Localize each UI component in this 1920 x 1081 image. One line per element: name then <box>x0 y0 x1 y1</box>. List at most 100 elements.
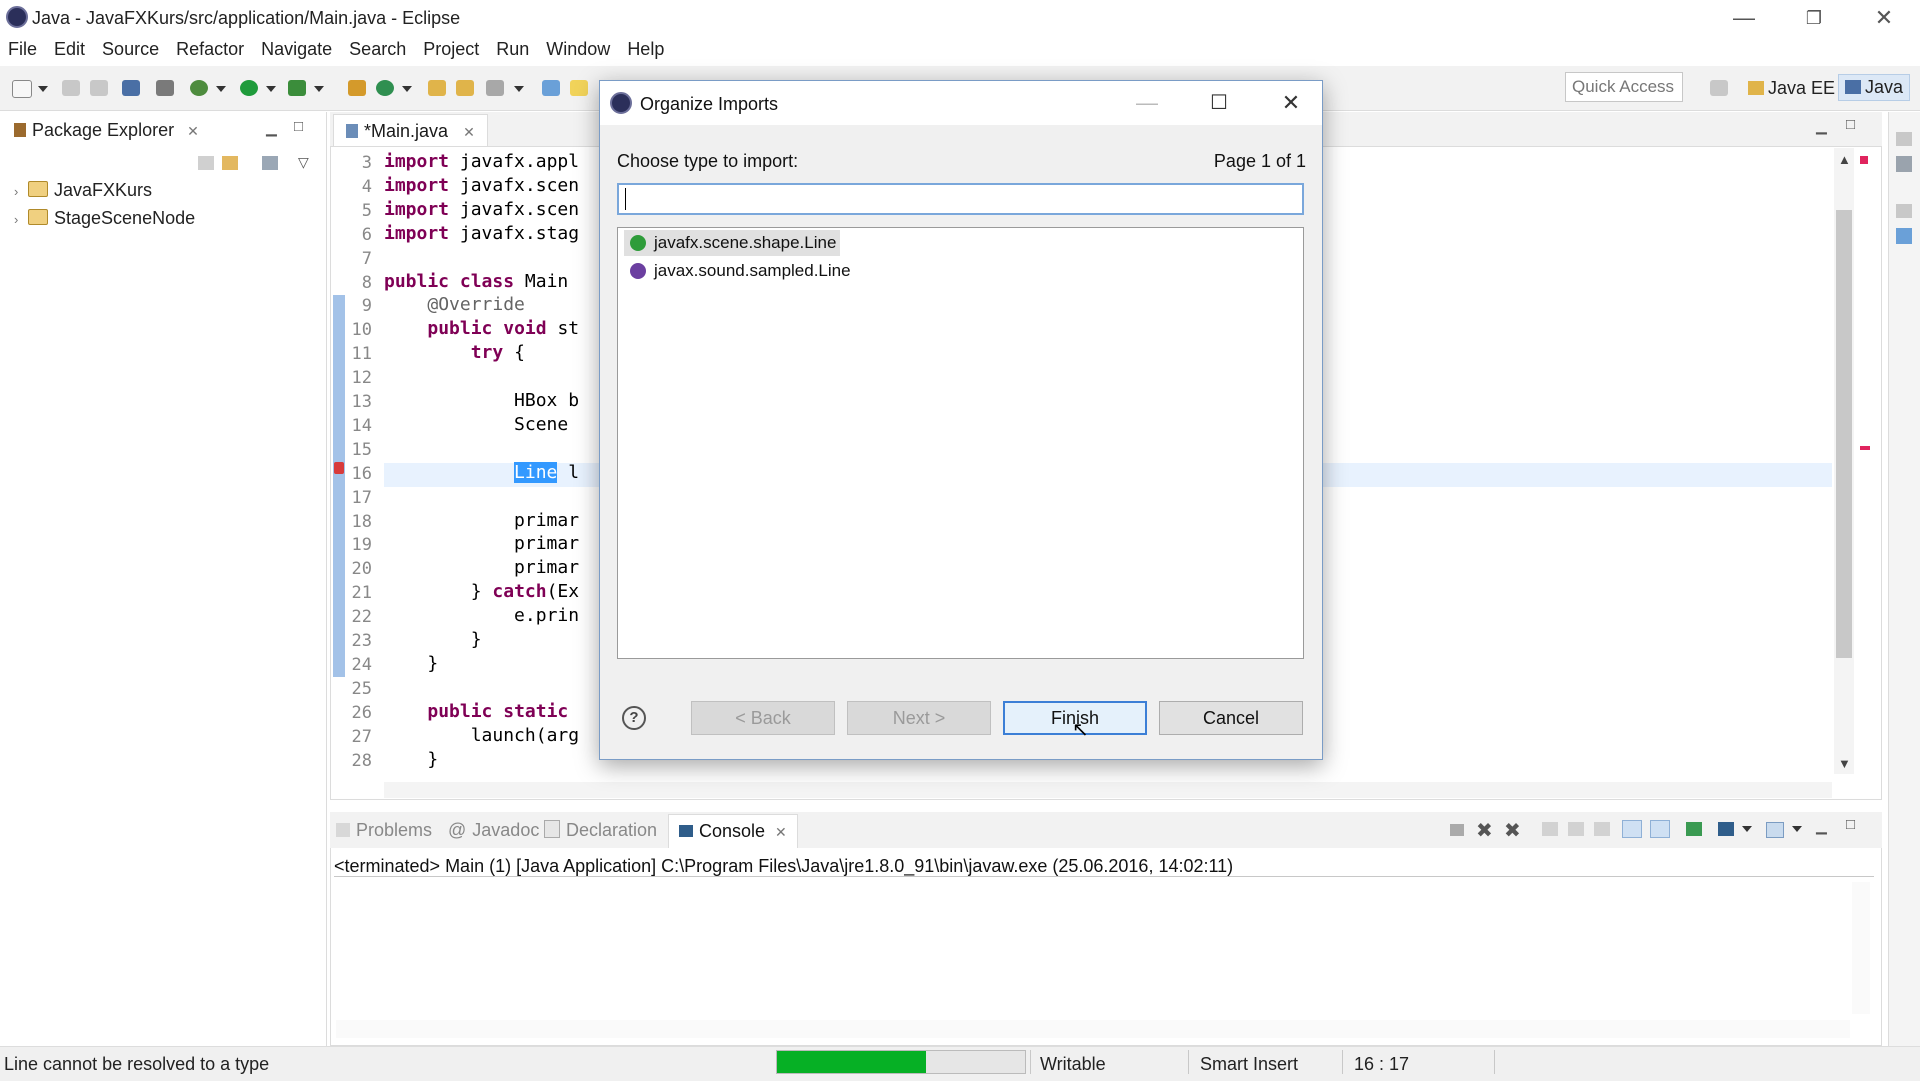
restore-icon[interactable] <box>1896 132 1912 146</box>
close-tab-icon[interactable]: ✕ <box>463 124 475 140</box>
close-view-icon[interactable]: ✕ <box>187 123 199 139</box>
scroll-lock-icon[interactable] <box>1568 822 1584 836</box>
word-wrap-icon[interactable] <box>1594 822 1610 836</box>
menu-source[interactable]: Source <box>94 36 168 60</box>
editor-horizontal-scrollbar[interactable] <box>384 782 1832 798</box>
tab-javadoc-label: Javadoc <box>472 820 540 840</box>
console-vertical-scrollbar[interactable] <box>1852 882 1870 1014</box>
overview-error-marker[interactable] <box>1860 446 1870 450</box>
show-on-stdout-icon[interactable] <box>1622 820 1642 838</box>
new-dropdown-icon[interactable] <box>38 86 48 92</box>
menu-refactor[interactable]: Refactor <box>168 36 253 60</box>
terminal-icon[interactable] <box>122 80 140 96</box>
menu-file[interactable]: File <box>0 36 46 60</box>
new-class-dropdown-icon[interactable] <box>402 86 412 92</box>
new-class-icon[interactable] <box>376 80 394 96</box>
focus-task-icon[interactable] <box>262 156 278 170</box>
overview-error-marker[interactable] <box>1860 156 1868 164</box>
type-list-item[interactable]: javax.sound.sampled.Line <box>624 258 855 284</box>
run-dropdown-icon[interactable] <box>266 86 276 92</box>
cancel-button[interactable]: Cancel <box>1159 701 1303 735</box>
quick-access-input[interactable]: Quick Access <box>1565 72 1683 102</box>
terminate-icon[interactable] <box>1450 824 1464 836</box>
save-all-icon[interactable] <box>90 80 108 96</box>
maximize-console-icon[interactable]: □ <box>1846 816 1855 833</box>
tab-javadoc[interactable]: @ Javadoc <box>448 820 539 841</box>
search-dropdown-icon[interactable] <box>514 86 524 92</box>
outline-icon[interactable] <box>1896 228 1912 244</box>
type-filter-input[interactable] <box>617 183 1304 215</box>
show-on-stderr-icon[interactable] <box>1650 820 1670 838</box>
type-list[interactable]: javafx.scene.shape.Line javax.sound.samp… <box>617 227 1304 659</box>
back-button[interactable]: < Back <box>691 701 835 735</box>
open-perspective-icon[interactable] <box>1710 80 1728 96</box>
dialog-maximize-icon[interactable]: ☐ <box>1190 87 1248 119</box>
restore-icon[interactable]: ❐ <box>1786 4 1842 32</box>
editor-scroll-thumb[interactable] <box>1836 210 1852 658</box>
close-console-icon[interactable]: ✕ <box>775 824 787 840</box>
highlight-icon[interactable] <box>570 80 588 96</box>
restore-icon[interactable] <box>1896 204 1912 218</box>
debug-dropdown-icon[interactable] <box>216 86 226 92</box>
perspective-java-ee[interactable]: Java EE <box>1748 78 1835 99</box>
save-icon[interactable] <box>62 80 80 96</box>
tree-item-project[interactable]: › JavaFXKurs <box>14 180 152 201</box>
link-with-editor-icon[interactable] <box>222 156 238 170</box>
menu-help[interactable]: Help <box>619 36 673 60</box>
view-menu-icon[interactable]: ▽ <box>298 154 309 171</box>
menu-run[interactable]: Run <box>488 36 538 60</box>
tab-console[interactable]: Console ✕ <box>668 814 798 848</box>
perspective-java[interactable]: Java <box>1838 74 1911 101</box>
annotation-icon[interactable] <box>542 80 560 96</box>
minimize-console-icon[interactable]: ▁ <box>1816 818 1827 835</box>
new-java-project-icon[interactable] <box>348 80 366 96</box>
skip-breakpoints-icon[interactable] <box>156 80 174 96</box>
run-icon[interactable] <box>240 80 258 96</box>
tab-declaration[interactable]: Declaration <box>544 820 657 841</box>
type-list-item[interactable]: javafx.scene.shape.Line <box>624 230 841 256</box>
open-console-dropdown-icon[interactable] <box>1792 826 1802 832</box>
status-cursor-position: 16 : 17 <box>1354 1054 1410 1074</box>
dialog-close-icon[interactable]: ✕ <box>1262 87 1320 119</box>
collapse-all-icon[interactable] <box>198 156 214 170</box>
task-list-icon[interactable] <box>1896 156 1912 172</box>
pin-console-icon[interactable] <box>1686 822 1702 836</box>
help-button[interactable]: ? <box>622 706 646 730</box>
expand-icon[interactable]: › <box>14 212 28 227</box>
maximize-editor-icon[interactable]: □ <box>1846 116 1855 133</box>
menu-navigate[interactable]: Navigate <box>253 36 341 60</box>
remove-launch-icon[interactable]: ✖ <box>1476 818 1493 843</box>
scroll-down-icon[interactable]: ▼ <box>1838 756 1851 771</box>
new-icon[interactable] <box>12 80 32 98</box>
display-console-icon[interactable] <box>1718 822 1734 836</box>
close-icon[interactable]: ✕ <box>1856 4 1912 32</box>
tree-item-project[interactable]: › StageSceneNode <box>14 208 195 229</box>
display-console-dropdown-icon[interactable] <box>1742 826 1752 832</box>
clear-console-icon[interactable] <box>1542 822 1558 836</box>
search-icon[interactable] <box>486 80 504 96</box>
tab-package-explorer[interactable]: Package Explorer ✕ <box>4 112 209 144</box>
debug-icon[interactable] <box>190 80 208 96</box>
minimize-icon[interactable]: — <box>1716 4 1772 32</box>
minimize-editor-icon[interactable]: ▁ <box>1816 118 1827 135</box>
menu-edit[interactable]: Edit <box>46 36 94 60</box>
remove-all-launches-icon[interactable]: ✖ <box>1504 818 1521 843</box>
menu-search[interactable]: Search <box>341 36 415 60</box>
minimize-view-icon[interactable]: ▁ <box>266 120 277 137</box>
tab-main-java[interactable]: *Main.java ✕ <box>333 114 488 146</box>
console-horizontal-scrollbar[interactable] <box>336 1020 1850 1038</box>
menu-window[interactable]: Window <box>538 36 619 60</box>
next-button[interactable]: Next > <box>847 701 991 735</box>
scroll-up-icon[interactable]: ▲ <box>1838 152 1851 167</box>
coverage-icon[interactable] <box>288 80 306 96</box>
open-type-icon[interactable] <box>428 80 446 96</box>
maximize-view-icon[interactable]: □ <box>294 118 303 135</box>
open-task-icon[interactable] <box>456 80 474 96</box>
open-console-icon[interactable] <box>1766 822 1784 838</box>
coverage-dropdown-icon[interactable] <box>314 86 324 92</box>
tab-problems[interactable]: Problems <box>336 820 432 841</box>
expand-icon[interactable]: › <box>14 184 28 199</box>
menu-project[interactable]: Project <box>415 36 488 60</box>
